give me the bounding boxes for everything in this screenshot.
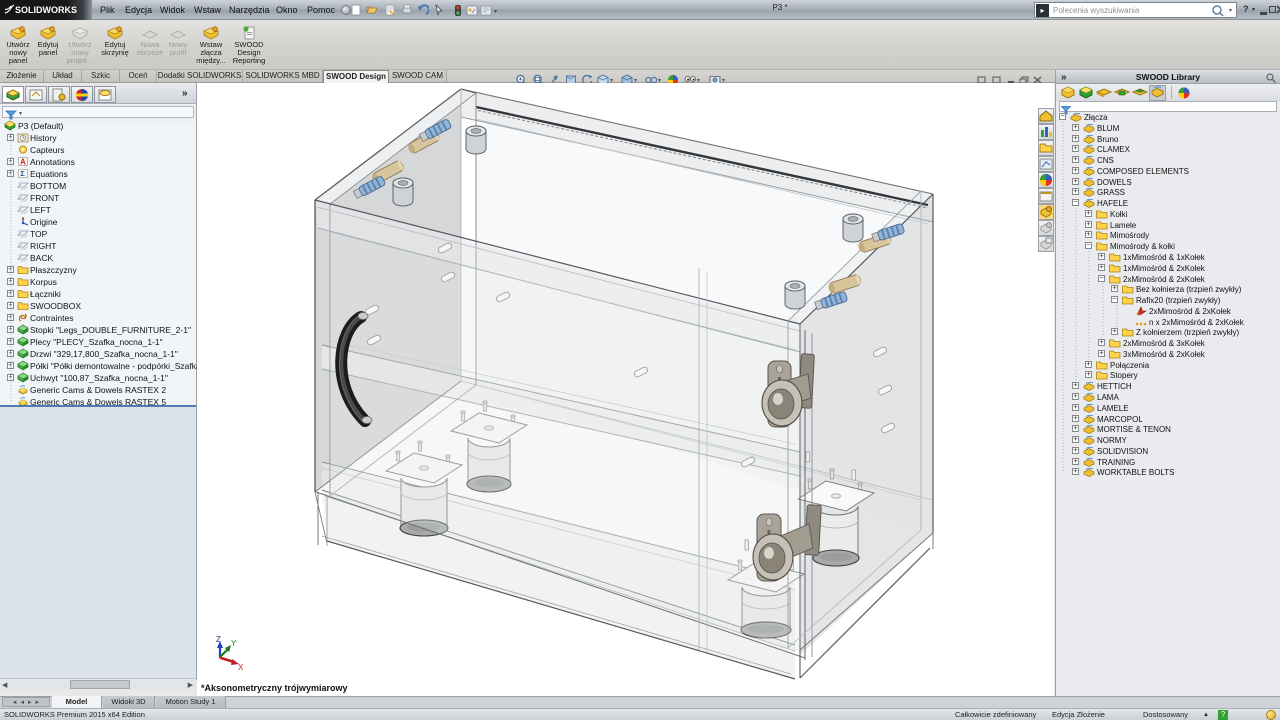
- svg-text:Z: Z: [216, 635, 221, 644]
- svg-text:Y: Y: [231, 639, 237, 648]
- svg-text:X: X: [238, 663, 244, 672]
